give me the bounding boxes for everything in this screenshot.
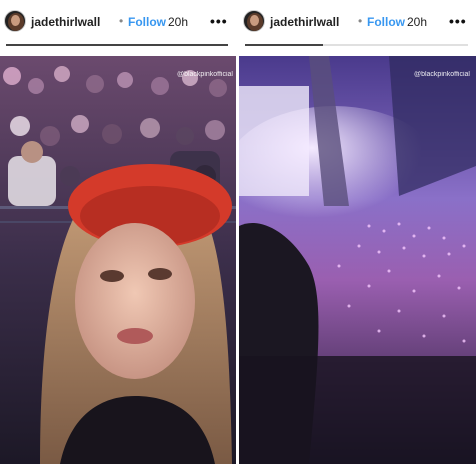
follow-button[interactable]: Follow (128, 15, 166, 29)
follow-button[interactable]: Follow (367, 15, 405, 29)
story-image-concert: @blackpinkofficial (239, 56, 476, 464)
story-header: jadethirlwall • Follow 20h ••• (239, 0, 476, 50)
story-progress-bar (245, 44, 468, 46)
story-panel-right[interactable]: jadethirlwall • Follow 20h ••• @blackpin… (239, 0, 476, 464)
story-progress-bar (6, 44, 228, 46)
separator-dot: • (119, 14, 124, 28)
avatar[interactable] (4, 10, 26, 32)
story-timestamp: 20h (168, 15, 189, 29)
story-progress-fill (6, 44, 228, 46)
watermark-label: @blackpinkofficial (176, 71, 233, 78)
more-options-icon[interactable]: ••• (449, 13, 467, 29)
username[interactable]: jadethirlwall (31, 15, 100, 29)
more-options-icon[interactable]: ••• (210, 13, 228, 29)
avatar[interactable] (243, 10, 265, 32)
story-header: jadethirlwall • Follow 20h ••• (0, 0, 236, 50)
story-panel-left[interactable]: jadethirlwall • Follow 20h ••• @blackpin… (0, 0, 236, 464)
story-image-selfie: @blackpinkofficial (0, 56, 236, 464)
separator-dot: • (358, 14, 363, 28)
watermark-label: @blackpinkofficial (413, 71, 470, 78)
story-timestamp: 20h (407, 15, 428, 29)
username[interactable]: jadethirlwall (270, 15, 339, 29)
story-progress-fill (245, 44, 324, 46)
